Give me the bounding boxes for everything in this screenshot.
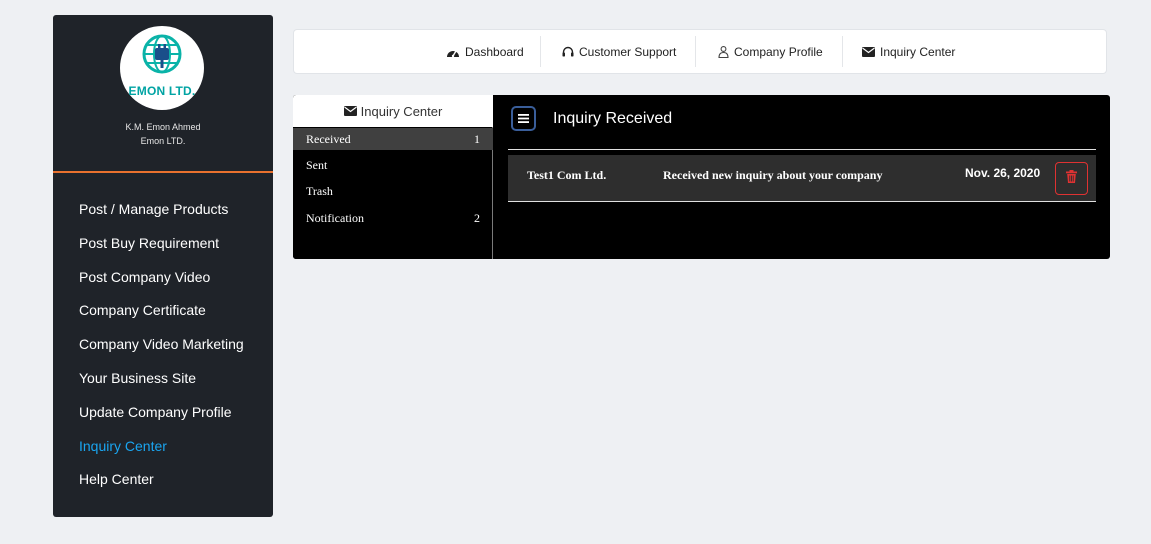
- inquiry-date: Nov. 26, 2020: [965, 166, 1041, 180]
- inquiry-panel-header: Inquiry Center: [293, 95, 493, 127]
- sidebar-item-inquiry-center[interactable]: Inquiry Center: [79, 436, 244, 470]
- nav-dashboard-label: Dashboard: [465, 44, 524, 59]
- folder-notification[interactable]: Notification 2: [293, 207, 493, 229]
- company-logo: EMON LTD.: [120, 26, 204, 110]
- hamburger-icon: [518, 110, 529, 128]
- inquiry-row[interactable]: Test1 Com Ltd. Received new inquiry abou…: [508, 155, 1096, 202]
- folder-received[interactable]: Received 1: [293, 128, 493, 150]
- sidebar-item-company-certificate[interactable]: Company Certificate: [79, 300, 244, 334]
- sidebar-item-your-business-site[interactable]: Your Business Site: [79, 368, 244, 402]
- envelope-icon: [862, 46, 875, 57]
- nav-separator: [695, 36, 696, 67]
- nav-customer-support-label: Customer Support: [579, 44, 677, 59]
- sidebar-item-update-company-profile[interactable]: Update Company Profile: [79, 402, 244, 436]
- folder-label: Trash: [306, 184, 333, 198]
- sidebar-item-post-company-video[interactable]: Post Company Video: [79, 267, 244, 301]
- inquiry-panel: Inquiry Center Received 1 Sent Trash Not…: [293, 95, 1110, 259]
- sidebar-item-post-manage-products[interactable]: Post / Manage Products: [79, 199, 244, 233]
- inquiry-sender: Test1 Com Ltd.: [527, 168, 607, 182]
- sidebar-divider: [53, 171, 273, 173]
- folder-count: 1: [474, 132, 480, 146]
- user-icon: [718, 45, 729, 58]
- sidebar-item-help-center[interactable]: Help Center: [79, 469, 244, 503]
- nav-company-profile[interactable]: Company Profile: [718, 30, 823, 73]
- folder-label: Notification: [306, 211, 364, 225]
- delete-button[interactable]: [1055, 162, 1088, 195]
- dashboard-icon: [446, 46, 460, 58]
- sidebar-item-company-video-marketing[interactable]: Company Video Marketing: [79, 334, 244, 368]
- nav-separator: [842, 36, 843, 67]
- nav-inquiry-center[interactable]: Inquiry Center: [862, 30, 955, 73]
- folder-list: Inquiry Center Received 1 Sent Trash Not…: [293, 95, 493, 259]
- trash-icon: [1066, 169, 1077, 188]
- sidebar-item-post-buy-requirement[interactable]: Post Buy Requirement: [79, 233, 244, 267]
- user-name: K.M. Emon Ahmed: [125, 122, 201, 132]
- inquiry-subject: Received new inquiry about your company: [663, 168, 883, 182]
- top-nav: Dashboard Customer Support Company Profi…: [293, 29, 1107, 74]
- globe-plug-icon: [142, 34, 182, 74]
- user-company: Emon LTD.: [140, 136, 186, 146]
- menu-toggle-button[interactable]: [511, 106, 536, 131]
- nav-inquiry-center-label: Inquiry Center: [880, 44, 956, 59]
- logo-text: EMON LTD.: [128, 84, 196, 98]
- nav-separator: [540, 36, 541, 67]
- title-divider: [508, 149, 1096, 150]
- folder-sent[interactable]: Sent: [293, 154, 493, 176]
- sidebar: EMON LTD. K.M. Emon Ahmed Emon LTD. Post…: [53, 15, 273, 517]
- nav-dashboard[interactable]: Dashboard: [446, 30, 524, 73]
- nav-company-profile-label: Company Profile: [734, 44, 823, 59]
- headphones-icon: [562, 46, 574, 57]
- folder-count: 2: [474, 211, 480, 225]
- folder-trash[interactable]: Trash: [293, 180, 493, 202]
- sidebar-menu: Post / Manage Products Post Buy Requirem…: [79, 199, 244, 503]
- inquiry-panel-title: Inquiry Center: [360, 103, 443, 119]
- folder-label: Received: [306, 132, 351, 146]
- folder-label: Sent: [306, 158, 328, 172]
- main-title: Inquiry Received: [553, 110, 673, 127]
- nav-customer-support[interactable]: Customer Support: [562, 30, 676, 73]
- envelope-icon: [343, 106, 357, 116]
